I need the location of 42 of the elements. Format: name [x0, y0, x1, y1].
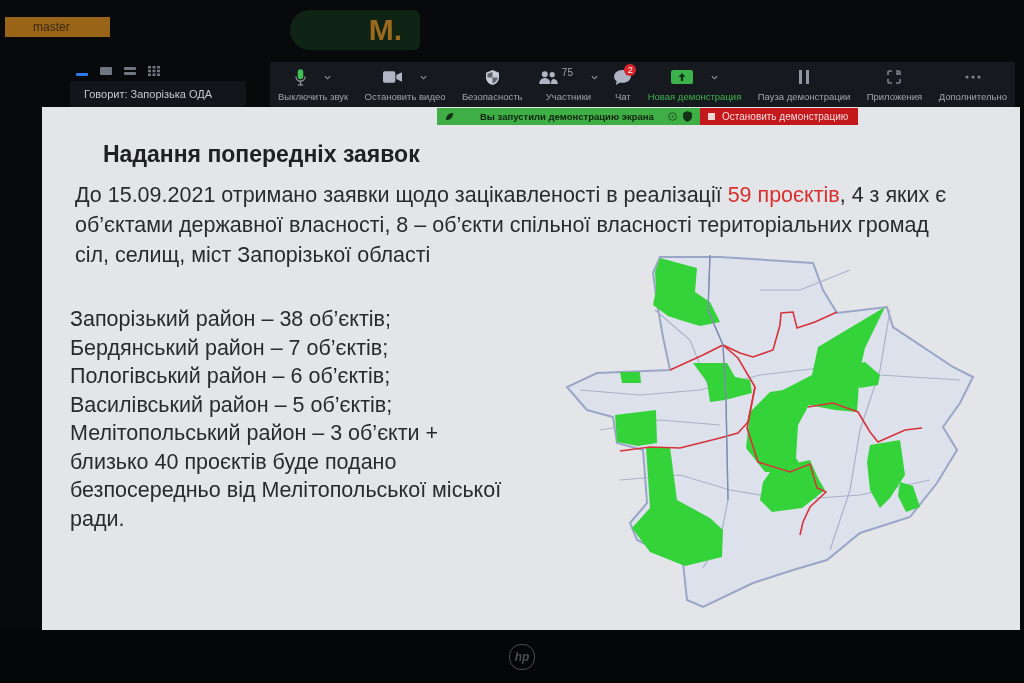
- list-view-icon[interactable]: [124, 66, 136, 76]
- caret-icon[interactable]: [711, 74, 718, 80]
- security-button[interactable]: Безопасность: [457, 62, 527, 107]
- district-item: Запорізький район – 38 об’єктів;: [70, 306, 392, 333]
- shield-icon: [485, 69, 499, 85]
- pause-button[interactable]: Пауза демонстрации: [753, 62, 855, 107]
- more-button[interactable]: Дополнительно: [934, 62, 1011, 107]
- caret-icon[interactable]: [324, 74, 332, 80]
- district-item: Василівський район – 5 об’єктів;: [70, 391, 394, 419]
- unread-badge: 2: [624, 64, 637, 76]
- pause-icon: [799, 70, 809, 84]
- logo-banner: M.: [290, 10, 420, 50]
- grid-view-icon[interactable]: [148, 66, 160, 76]
- window-icon[interactable]: [100, 66, 112, 76]
- apps-icon: [887, 70, 902, 84]
- caret-icon[interactable]: [590, 74, 598, 80]
- speaker-tooltip: Говорит: Запорізька ОДА: [70, 81, 246, 107]
- leaf-icon: [445, 112, 454, 121]
- camera-icon: [383, 71, 403, 83]
- circle-icon[interactable]: [668, 112, 677, 121]
- microphone-icon: [295, 68, 307, 86]
- shield-icon[interactable]: [683, 111, 692, 122]
- mute-button[interactable]: Выключить звук: [274, 62, 353, 107]
- apps-button[interactable]: Приложения: [862, 62, 927, 107]
- participants-button[interactable]: 75 Участники: [534, 62, 602, 107]
- people-icon: [538, 70, 558, 84]
- chat-button[interactable]: 2 Чат: [610, 62, 636, 107]
- more-icon: [964, 75, 981, 79]
- share-status-text: Вы запустили демонстрацию экрана: [480, 111, 655, 122]
- district-item: Бердянський район – 7 об’єктів;: [70, 334, 390, 362]
- bezel-logo: hp: [509, 643, 535, 670]
- video-button[interactable]: Остановить видео: [360, 62, 450, 107]
- district-item: Пологівський район – 6 об’єктів;: [70, 363, 392, 390]
- intro-paragraph: До 15.09.2021 отримано заявки щодо зацікавленості в реалізації 59 проєктів, 4 з яких є об’єктами державної власності, 8 – об’єкти спільної власності територіальних громад сіл, селищ, міст Запорізької області: [75, 182, 947, 269]
- slide-title: Надання попередніх заявок: [103, 140, 420, 168]
- stop-share-button[interactable]: Остановить демонстрацию: [700, 108, 859, 125]
- district-item: Мелітопольський район – 3 об’єкти + близько 40 проєктів буде подано безпосередньо від Мелітопольської міської ради.: [70, 420, 503, 533]
- stop-square-icon: [708, 113, 715, 120]
- share-screen-icon: [671, 70, 693, 84]
- caret-icon[interactable]: [420, 74, 428, 80]
- share-button[interactable]: Новая демонстрация: [643, 62, 746, 107]
- participant-count: 75: [561, 67, 573, 78]
